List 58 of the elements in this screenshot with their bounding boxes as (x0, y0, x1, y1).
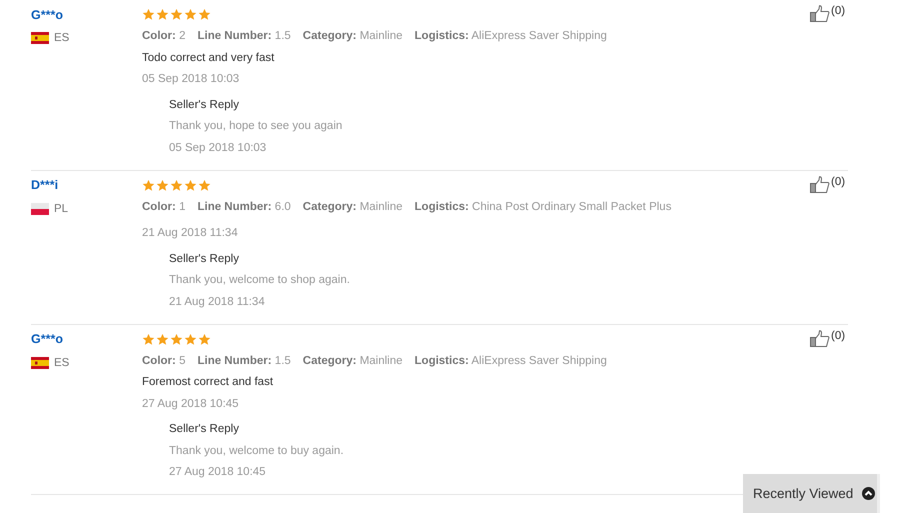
product-attribute: Line Number: 6.0 (197, 200, 291, 213)
product-attribute: Line Number: 1.5 (197, 354, 291, 367)
star-icon (198, 178, 211, 192)
star-icon (184, 332, 197, 346)
product-attribute: Color: 5 (142, 354, 186, 367)
reply-text: Thank you, welcome to buy again. (169, 444, 344, 457)
spain-flag-icon (31, 32, 49, 44)
review-text: Foremost correct and fast (142, 376, 274, 388)
thumbs-up-icon[interactable] (810, 176, 830, 192)
product-attribute: Logistics: AliExpress Saver Shipping (414, 30, 607, 42)
product-attribute: Color: 1 (142, 200, 186, 213)
star-icon (142, 332, 155, 346)
thumbs-up-icon[interactable] (810, 330, 830, 346)
review-text: Todo correct and very fast (142, 52, 274, 64)
product-attribute: Logistics: China Post Ordinary Small Packet Plus (414, 200, 672, 213)
star-icon (156, 332, 169, 346)
product-attribute: Color: 2 (142, 30, 186, 42)
like-count: (0) (831, 176, 846, 188)
star-icon (184, 8, 197, 22)
review-date: 27 Aug 2018 10:45 (142, 398, 239, 410)
star-icon (156, 178, 169, 192)
star-icon (156, 8, 169, 22)
like-count: (0) (831, 5, 846, 17)
reply-title: Seller's Reply (169, 423, 239, 436)
reply-date: 27 Aug 2018 10:45 (169, 466, 266, 478)
product-attribute: Category: Mainline (302, 30, 403, 42)
review-date: 05 Sep 2018 10:03 (142, 73, 240, 86)
star-icon (184, 178, 197, 192)
reply-date: 05 Sep 2018 10:03 (169, 142, 266, 154)
poland-flag-icon (31, 202, 49, 215)
country-code: ES (54, 356, 70, 369)
star-icon (142, 8, 155, 22)
star-icon (170, 8, 183, 22)
star-icon (170, 178, 183, 192)
product-attribute: Line Number: 1.5 (197, 30, 291, 42)
review-date: 21 Aug 2018 11:34 (142, 227, 238, 240)
reply-title: Seller's Reply (169, 98, 239, 111)
recently-viewed-button[interactable]: Recently Viewed (743, 474, 880, 513)
reply-text: Thank you, welcome to shop again. (169, 274, 350, 286)
product-attribute: Category: Mainline (302, 354, 403, 367)
reply-date: 21 Aug 2018 11:34 (169, 296, 265, 308)
reply-title: Seller's Reply (169, 252, 239, 265)
star-icon (170, 332, 183, 346)
chevron-up-icon (862, 487, 876, 500)
spain-flag-icon (31, 356, 49, 369)
like-count: (0) (831, 330, 846, 342)
country-code: ES (54, 32, 70, 44)
reviewer-name[interactable]: G***o (31, 332, 63, 346)
reviewer-name[interactable]: G***o (31, 8, 63, 22)
thumbs-up-icon[interactable] (810, 5, 830, 22)
product-attribute: Category: Mainline (302, 200, 403, 213)
star-icon (198, 332, 211, 346)
star-icon (198, 8, 211, 22)
country-code: PL (54, 202, 68, 215)
reviewer-name[interactable]: D***i (31, 178, 58, 192)
product-attribute: Logistics: AliExpress Saver Shipping (414, 354, 607, 367)
star-icon (142, 178, 155, 192)
reply-text: Thank you, hope to see you again (169, 120, 342, 132)
